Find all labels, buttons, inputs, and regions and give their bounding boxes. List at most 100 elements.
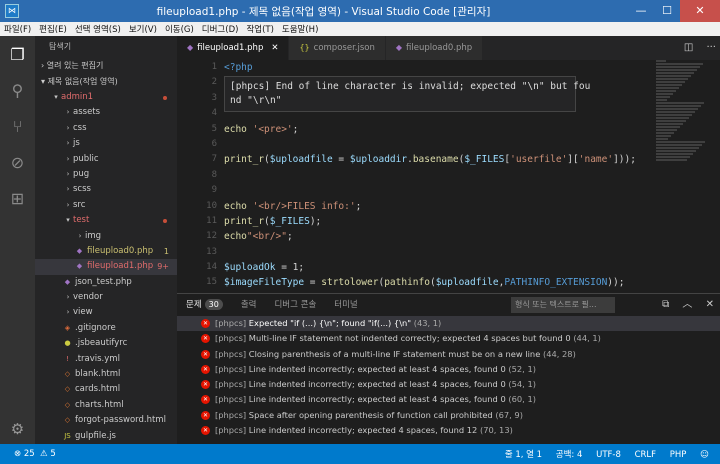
language-mode[interactable]: PHP	[670, 450, 687, 460]
tree-item[interactable]: › css	[35, 121, 177, 136]
problem-row[interactable]: ✕ [phpcs] Line indented incorrectly; expe…	[177, 423, 720, 438]
cursor-position[interactable]: 줄 1, 열 1	[505, 450, 542, 460]
tree-item[interactable]: › src	[35, 198, 177, 213]
problem-message: Line indented incorrectly; expected at l…	[248, 379, 506, 390]
extensions-icon[interactable]: ⊞	[0, 180, 35, 216]
menu-item[interactable]: 보기(V)	[125, 23, 161, 35]
tree-item[interactable]: › pug	[35, 167, 177, 182]
tree-item-label: fileupload0.php	[87, 245, 154, 256]
menu-item[interactable]: 이동(G)	[161, 23, 198, 35]
editor-tab[interactable]: {} composer.json	[289, 36, 386, 60]
close-tab-icon[interactable]: ✕	[271, 43, 278, 53]
tree-item[interactable]: › js	[35, 136, 177, 151]
problem-row[interactable]: ✕ [phpcs] Multi-line IF statement not ind…	[177, 331, 720, 346]
close-button[interactable]: ✕	[680, 0, 720, 22]
tree-item-label: .jsbeautifyrc	[75, 338, 128, 349]
problem-count-badge: 9+	[157, 262, 169, 272]
tree-item[interactable]: ◇ blank.html	[35, 367, 177, 382]
problem-row[interactable]: ✕ [phpcs] Expected "if (...) {\n"; found …	[177, 316, 720, 332]
editor-tab[interactable]: ◆ fileupload0.php	[385, 36, 484, 60]
panel-tab-label: 터미널	[334, 300, 358, 310]
error-icon[interactable]: ⊗	[14, 449, 21, 459]
menu-item[interactable]: 편집(E)	[35, 23, 71, 35]
tree-item[interactable]: › scss	[35, 182, 177, 197]
json-file-icon: {}	[299, 43, 310, 52]
tree-item[interactable]: ◇ cards.html	[35, 382, 177, 397]
tree-item[interactable]: › view	[35, 305, 177, 320]
tree-item[interactable]: ! .travis.yml	[35, 352, 177, 367]
tree-item[interactable]: ◆ fileupload1.php 9+	[35, 259, 177, 275]
smiley-icon[interactable]: ☺	[700, 450, 709, 460]
minimap-line	[656, 66, 700, 68]
code-editor[interactable]: 1 2 3 4 5 6 7 8 9 10 11 12 13 14 15 <?php echo '<pre>';…	[177, 60, 720, 319]
debug-icon[interactable]: ⊘	[0, 144, 35, 180]
menu-item[interactable]: 선택 영역(S)	[71, 23, 125, 35]
menu-item[interactable]: 파일(F)	[0, 23, 35, 35]
code-token: echo	[224, 200, 253, 212]
warning-icon[interactable]: ⚠	[37, 449, 48, 459]
modified-dot	[163, 219, 167, 224]
problem-row[interactable]: ✕ [phpcs] Space after opening parenthesis…	[177, 408, 720, 423]
tree-item[interactable]: JS gulpfile.js	[35, 429, 177, 444]
panel-tab[interactable]: 문제 30	[177, 294, 232, 316]
tree-item[interactable]: › img	[35, 229, 177, 244]
menu-item[interactable]: 디버그(D)	[198, 23, 243, 35]
problem-source: [phpcs]	[215, 318, 247, 328]
tree-item[interactable]: ◇ forgot-password.html	[35, 413, 177, 428]
panel-tab[interactable]: 디버그 콘솔	[265, 294, 325, 316]
minimap-line	[656, 138, 668, 140]
tree-item[interactable]: ◆ json_test.php	[35, 275, 177, 290]
tree-item[interactable]: ◆ fileupload0.php 1	[35, 244, 177, 259]
maximize-panel-icon[interactable]: ︿	[682, 299, 692, 310]
gear-icon[interactable]: ⚙	[0, 420, 35, 438]
menu-item[interactable]: 도움말(H)	[278, 23, 322, 35]
search-icon[interactable]: ⚲	[0, 72, 35, 108]
problem-row[interactable]: ✕ [phpcs] Line indented incorrectly; expe…	[177, 362, 720, 377]
encoding[interactable]: UTF-8	[596, 450, 621, 460]
problem-position: (70, 13)	[479, 425, 513, 436]
panel-tab[interactable]: 터미널	[325, 294, 366, 316]
tree-item-label: js	[73, 138, 80, 149]
close-panel-icon[interactable]: ✕	[706, 299, 714, 310]
minimap-line	[656, 150, 696, 152]
editor-tabs: ◆ fileupload1.php ✕{} composer.json ◆ fileupl…	[177, 36, 720, 60]
tree-item[interactable]: ● .jsbeautifyrc	[35, 336, 177, 351]
tree-item[interactable]: › public	[35, 152, 177, 167]
maximize-button[interactable]: ☐	[654, 0, 680, 22]
code-token: =	[304, 277, 322, 289]
problem-row[interactable]: ✕ [phpcs] Closing parenthesis of a multi-…	[177, 347, 720, 362]
panel-tab[interactable]: 출력	[232, 294, 266, 316]
workspace-section[interactable]: ▾ 제목 없음(작업 영역)	[35, 74, 177, 90]
problem-source: [phpcs]	[215, 379, 247, 390]
explorer-icon[interactable]: ❐	[0, 36, 35, 72]
tree-item[interactable]: › vendor	[35, 290, 177, 305]
end-of-line[interactable]: CRLF	[635, 450, 656, 460]
more-actions-icon[interactable]: ···	[706, 42, 716, 53]
open-editors-section[interactable]: › 열려 있는 편집기	[35, 58, 177, 74]
source-control-icon[interactable]: ⑂	[0, 108, 35, 144]
problems-filter-input[interactable]: 형식 또는 텍스트로 필...	[511, 297, 615, 313]
minimize-button[interactable]: —	[628, 0, 654, 22]
code-token: <?php	[224, 62, 253, 73]
tree-item-label: cards.html	[75, 384, 121, 395]
tree-item-label: json_test.php	[75, 276, 132, 287]
problem-row[interactable]: ✕ [phpcs] Line indented incorrectly; expe…	[177, 377, 720, 392]
minimap[interactable]	[656, 60, 706, 180]
tree-item[interactable]: ▾ admin1	[35, 90, 177, 105]
collapse-all-icon[interactable]: ⧉	[662, 299, 669, 310]
tree-item[interactable]: ◇ charts.html	[35, 398, 177, 413]
indentation[interactable]: 공백: 4	[556, 450, 583, 460]
split-editor-icon[interactable]: ◫	[684, 42, 693, 53]
error-count[interactable]: 25	[24, 449, 35, 459]
tree-item[interactable]: ▾ test	[35, 213, 177, 228]
problem-message: Multi-line IF statement not indented cor…	[248, 333, 571, 344]
tree-item[interactable]: › assets	[35, 105, 177, 120]
menu-item[interactable]: 작업(T)	[242, 23, 277, 35]
error-icon: ✕	[201, 364, 210, 374]
editor-tab[interactable]: ◆ fileupload1.php ✕	[177, 36, 290, 60]
warning-count[interactable]: 5	[50, 449, 55, 459]
problem-row[interactable]: ✕ [phpcs] Line indented incorrectly; expe…	[177, 392, 720, 407]
tree-item[interactable]: ◈ .gitignore	[35, 321, 177, 336]
